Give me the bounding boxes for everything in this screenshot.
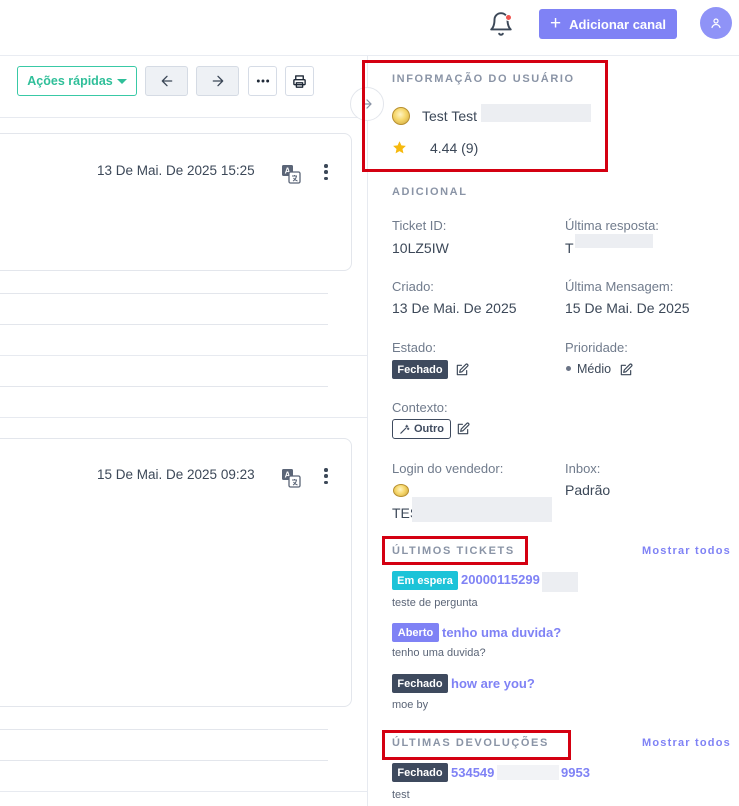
last-reply-label: Última resposta:	[565, 218, 659, 233]
ticket-link[interactable]: 20000115299	[461, 572, 540, 587]
ticket-subtitle: moe by	[392, 699, 429, 711]
ticket-link[interactable]: how are you?	[451, 676, 535, 691]
more-horizontal-icon	[256, 79, 269, 83]
show-all-tickets-link[interactable]: Mostrar todos	[642, 545, 731, 557]
divider	[0, 791, 367, 792]
redacted-area	[542, 572, 578, 592]
show-all-returns-link[interactable]: Mostrar todos	[642, 737, 731, 749]
arrow-right-icon	[362, 99, 372, 109]
message-date: 15 De Mai. De 2025 09:23	[97, 467, 255, 482]
divider	[0, 324, 328, 325]
divider	[0, 760, 328, 761]
user-rating: 4.44 (9)	[430, 140, 479, 156]
message-date: 13 De Mai. De 2025 15:25	[97, 163, 255, 178]
previous-ticket-button[interactable]	[145, 66, 188, 96]
additional-title: ADICIONAL	[392, 186, 468, 198]
avatar[interactable]	[700, 7, 732, 39]
context-label: Contexto:	[392, 400, 448, 415]
ticket-status-badge: Aberto	[392, 623, 439, 642]
translate-icon[interactable]: A	[281, 468, 301, 488]
seller-badge-icon	[393, 484, 409, 497]
magic-wand-icon	[400, 424, 410, 434]
created-value: 13 De Mai. De 2025	[392, 300, 517, 316]
inbox-label: Inbox:	[565, 461, 601, 476]
last-message-value: 15 De Mai. De 2025	[565, 300, 690, 316]
return-link-suffix[interactable]: 9953	[561, 765, 590, 780]
divider	[0, 729, 328, 730]
context-value: Outro	[414, 423, 444, 435]
ticket-status-badge: Em espera	[392, 571, 458, 590]
caret-down-icon	[116, 78, 127, 84]
print-button[interactable]	[285, 66, 314, 96]
priority-dot	[566, 366, 571, 371]
divider	[0, 417, 367, 418]
quick-actions-button[interactable]: Ações rápidas	[17, 66, 137, 96]
return-subtitle: test	[392, 789, 410, 801]
status-label: Estado:	[392, 340, 437, 355]
message-card: 15 De Mai. De 2025 09:23 A	[0, 438, 352, 707]
context-chip: Outro	[392, 419, 451, 439]
priority-label: Prioridade:	[565, 340, 628, 355]
top-bar: + Adicionar canal	[0, 0, 739, 56]
return-status-badge: Fechado	[392, 763, 448, 782]
edit-icon[interactable]	[455, 363, 469, 377]
priority-value: Médio	[577, 362, 612, 376]
divider	[0, 293, 328, 294]
arrow-right-icon	[212, 75, 223, 87]
collapse-sidebar-button[interactable]	[350, 87, 384, 121]
notification-dot	[505, 14, 512, 21]
last-message-label: Última Mensagem:	[565, 279, 674, 294]
last-reply-value: T	[565, 240, 574, 256]
redacted-area	[497, 765, 559, 780]
message-card: 13 De Mai. De 2025 15:25 A	[0, 133, 352, 271]
status-badge: Fechado	[392, 360, 448, 379]
add-channel-button[interactable]: + Adicionar canal	[539, 9, 677, 39]
ticket-link[interactable]: tenho uma duvida?	[442, 625, 561, 640]
seller-badge-icon	[392, 107, 410, 125]
arrow-left-icon	[161, 75, 172, 87]
ticket-subtitle: teste de pergunta	[392, 597, 478, 609]
redacted-area	[412, 497, 552, 522]
return-link[interactable]: 534549	[451, 765, 494, 780]
message-options-icon[interactable]	[321, 162, 331, 182]
divider	[0, 117, 367, 118]
user-name: Test Test	[422, 108, 477, 124]
edit-icon[interactable]	[456, 422, 470, 436]
last-returns-title: ÚLTIMAS DEVOLUÇÕES	[392, 737, 549, 749]
message-options-icon[interactable]	[321, 466, 331, 486]
star-icon	[393, 141, 406, 154]
inbox-value: Padrão	[565, 482, 611, 498]
ticket-subtitle: tenho uma duvida?	[392, 647, 486, 659]
edit-icon[interactable]	[619, 363, 633, 377]
more-options-button[interactable]	[248, 66, 277, 96]
next-ticket-button[interactable]	[196, 66, 239, 96]
translate-icon[interactable]: A	[281, 164, 301, 184]
plus-icon: +	[550, 12, 562, 34]
redacted-area	[575, 234, 653, 248]
user-icon	[711, 18, 721, 29]
user-info-title: INFORMAÇÃO DO USUÁRIO	[392, 73, 575, 85]
print-icon	[293, 74, 306, 88]
redacted-area	[481, 104, 591, 122]
ticket-status-badge: Fechado	[392, 674, 448, 693]
divider	[0, 386, 328, 387]
ticket-id-value: 10LZ5IW	[392, 240, 449, 256]
quick-actions-label: Ações rápidas	[27, 74, 113, 88]
add-channel-label: Adicionar canal	[569, 16, 666, 32]
ticket-id-label: Ticket ID:	[392, 218, 447, 233]
seller-login-label: Login do vendedor:	[392, 461, 504, 476]
divider	[0, 355, 367, 356]
created-label: Criado:	[392, 279, 434, 294]
last-tickets-title: ÚLTIMOS TICKETS	[392, 545, 515, 557]
